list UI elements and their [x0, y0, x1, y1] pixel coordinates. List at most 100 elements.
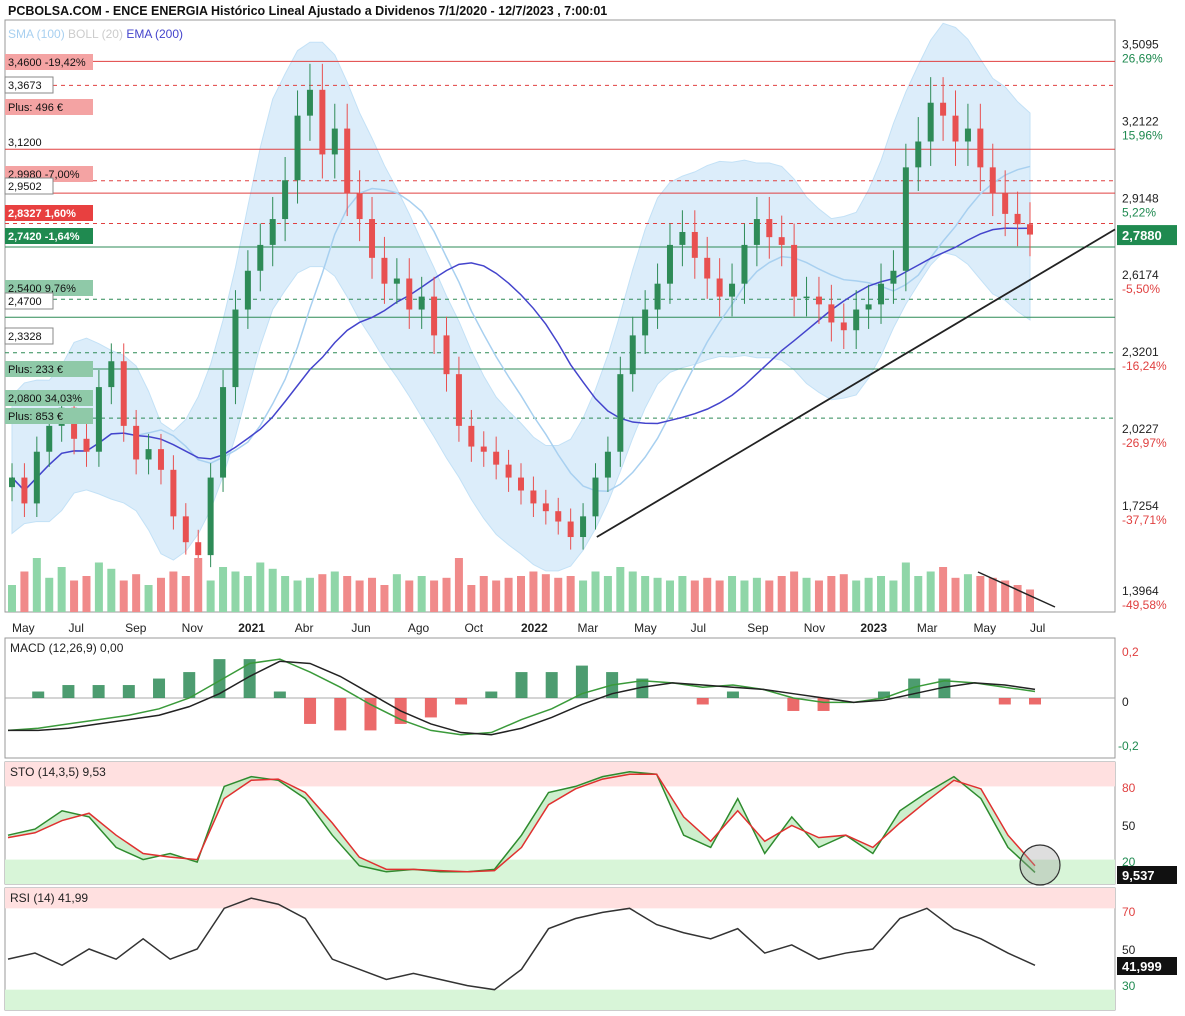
volume-bar	[603, 576, 612, 612]
rsi-tick-label: 50	[1122, 943, 1136, 957]
volume-bar	[392, 574, 401, 612]
candle-body	[691, 231, 698, 258]
sto-tick-label: 50	[1122, 819, 1136, 833]
rsi-tick-label: 30	[1122, 979, 1136, 993]
x-tick-label: 2021	[238, 621, 265, 635]
volume-bar	[864, 577, 873, 612]
y-tick-pct: -5,50%	[1122, 282, 1160, 296]
volume-bar	[728, 576, 737, 612]
candle-body	[493, 451, 500, 465]
candle-body	[679, 231, 686, 245]
candle-body	[940, 102, 947, 116]
candle-body	[282, 180, 289, 220]
candle-body	[319, 89, 326, 155]
volume-bar	[206, 580, 215, 612]
candle-body	[828, 304, 835, 323]
candle-body	[207, 477, 214, 556]
candle-body	[753, 219, 760, 245]
candle-body	[455, 374, 462, 426]
candle-body	[108, 361, 115, 388]
candle-body	[182, 516, 189, 543]
candle-body	[654, 283, 661, 310]
candle-body	[580, 516, 587, 538]
volume-bar	[765, 580, 774, 612]
y-tick-pct: -37,71%	[1122, 513, 1167, 527]
y-tick-label: 3,2122	[1122, 114, 1159, 128]
y-tick-label: 1,3964	[1122, 584, 1159, 598]
volume-bar	[454, 558, 463, 612]
candle-body	[617, 374, 624, 452]
candle-body	[518, 477, 524, 491]
volume-bar	[281, 576, 290, 612]
candle-body	[120, 361, 127, 426]
macd-histogram-bar	[334, 698, 347, 731]
volume-bar	[529, 571, 538, 612]
candle-body	[9, 477, 15, 488]
candle-body	[729, 283, 736, 297]
sto-label: STO (14,3,5) 9,53	[10, 765, 106, 779]
volume-bar	[504, 577, 513, 612]
candle-body	[406, 278, 413, 310]
level-label: 3,3673	[8, 80, 42, 92]
chart-root: PCBOLSA.COM - ENCE ENERGIA Histórico Lin…	[0, 0, 1185, 1016]
x-tick-label: Mar	[917, 621, 938, 635]
candle-body	[306, 89, 313, 116]
macd-histogram-bar	[92, 685, 105, 698]
candle-body	[505, 464, 512, 478]
candle-body	[964, 128, 971, 142]
volume-bar	[243, 576, 252, 612]
sto-k-line	[7, 771, 1036, 873]
x-tick-label: Mar	[578, 621, 599, 635]
level-label: 3,4600 -19,42%	[8, 57, 86, 69]
volume-bar	[219, 567, 228, 612]
candle-body	[33, 451, 40, 504]
volume-bar	[889, 580, 898, 612]
candle-body	[133, 425, 140, 460]
candle-body	[195, 542, 202, 556]
y-tick-pct: -26,97%	[1122, 436, 1167, 450]
macd-tick-label: 0,2	[1122, 645, 1139, 659]
volume-bar	[988, 577, 997, 612]
volume-bar	[1026, 589, 1034, 612]
volume-bar	[740, 580, 749, 612]
candle-body	[95, 387, 102, 452]
x-tick-label: Jul	[69, 621, 84, 635]
level-label: 2,0800 34,03%	[8, 393, 82, 405]
level-label: 2,8327 1,60%	[8, 208, 76, 220]
candle-body	[890, 270, 897, 284]
level-label: Plus: 496 €	[8, 102, 63, 114]
volume-bar	[107, 568, 116, 612]
volume-bar	[715, 580, 724, 612]
macd-tick-label: -0,2	[1118, 739, 1139, 753]
macd-histogram-bar	[122, 685, 135, 698]
candle-body	[840, 322, 847, 331]
candle-body	[244, 270, 251, 310]
volume-bar	[777, 576, 786, 612]
candle-body	[269, 219, 276, 245]
volume-bar	[442, 577, 451, 612]
volume-bar	[57, 567, 66, 612]
candle-body	[977, 128, 984, 168]
candle-body	[555, 511, 562, 522]
y-tick-label: 2,9148	[1122, 191, 1159, 205]
candle-body	[952, 115, 959, 142]
volume-bar	[330, 571, 339, 612]
macd-histogram-bar	[817, 698, 830, 711]
y-tick-label: 2,0227	[1122, 422, 1159, 436]
volume-bar	[665, 580, 674, 612]
level-label: 2,9502	[8, 181, 42, 193]
y-tick-label: 1,7254	[1122, 499, 1159, 513]
volume-bar	[517, 576, 525, 612]
volume-bar	[368, 577, 377, 612]
volume-bar	[492, 580, 501, 612]
volume-bar	[591, 571, 600, 612]
candle-body	[989, 167, 996, 194]
candle-body	[878, 283, 885, 305]
volume-bar	[467, 585, 476, 612]
volume-bar	[132, 574, 141, 612]
y-tick-label: 2,6174	[1122, 268, 1159, 282]
candle-body	[443, 335, 450, 375]
candle-body	[331, 128, 338, 155]
sto-d-line	[7, 773, 1036, 873]
candle-body	[803, 296, 810, 299]
